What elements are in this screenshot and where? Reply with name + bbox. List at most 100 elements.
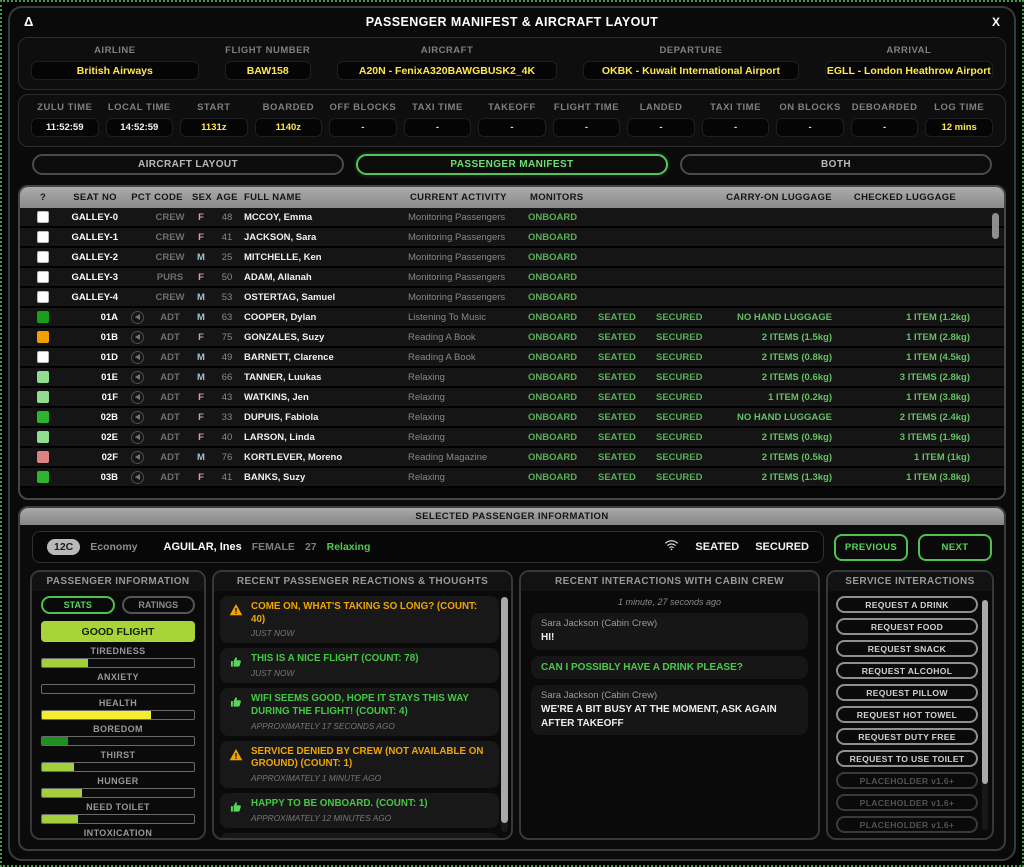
request-food-button[interactable]: REQUEST FOOD — [836, 618, 978, 635]
table-row[interactable]: GALLEY-1CREWF41JACKSON, SaraMonitoring P… — [20, 228, 1004, 248]
monitor-status: SEATED — [598, 452, 656, 463]
table-row[interactable]: 03BADTF41BANKS, SuzyRelaxingONBOARDSEATE… — [20, 468, 1004, 488]
audio-icon[interactable] — [131, 411, 144, 424]
table-row[interactable]: 02EADTF40LARSON, LindaRelaxingONBOARDSEA… — [20, 428, 1004, 448]
stat-label: HEALTH — [41, 698, 195, 708]
current-activity: Monitoring Passengers — [408, 272, 528, 283]
seat-number: 01D — [66, 352, 124, 363]
services-scrollbar[interactable] — [982, 600, 988, 830]
wifi-icon — [664, 538, 679, 556]
status-marker-icon — [37, 211, 49, 223]
audio-icon[interactable] — [131, 471, 144, 484]
current-activity: Monitoring Passengers — [408, 292, 528, 303]
pct-code: ADT — [150, 312, 190, 323]
table-row[interactable]: 01DADTM49BARNETT, ClarenceReading A Book… — [20, 348, 1004, 368]
status-marker-icon — [37, 451, 49, 463]
row-status-marker — [20, 211, 66, 223]
table-row[interactable]: 01AADTM63COOPER, DylanListening To Music… — [20, 308, 1004, 328]
tab-passenger-manifest[interactable]: PASSENGER MANIFEST — [356, 154, 668, 175]
audio-icon[interactable] — [131, 391, 144, 404]
time-label: START — [197, 102, 230, 113]
table-row[interactable]: 01EADTM66TANNER, LuukasRelaxingONBOARDSE… — [20, 368, 1004, 388]
manifest-header-row: ?SEAT NOPCT CODESEXAGEFULL NAMECURRENT A… — [20, 187, 1004, 208]
audio-icon[interactable] — [131, 311, 144, 324]
next-passenger-button[interactable]: NEXT — [918, 534, 992, 561]
table-row[interactable]: GALLEY-3PURSF50ADAM, AllanahMonitoring P… — [20, 268, 1004, 288]
row-status-marker — [20, 251, 66, 263]
screen: Δ PASSENGER MANIFEST & AIRCRAFT LAYOUT X… — [0, 0, 1024, 867]
status-marker-icon — [37, 391, 49, 403]
monitor-status: SEATED — [598, 332, 656, 343]
request-snack-button[interactable]: REQUEST SNACK — [836, 640, 978, 657]
checked-luggage: 1 ITEM (3.8kg) — [838, 472, 1004, 483]
table-row[interactable]: GALLEY-2CREWM25MITCHELLE, KenMonitoring … — [20, 248, 1004, 268]
request-alcohol-button[interactable]: REQUEST ALCOHOL — [836, 662, 978, 679]
sex: F — [190, 272, 212, 283]
app-menu-icon[interactable]: Δ — [24, 14, 64, 29]
full-name: OSTERTAG, Samuel — [242, 292, 408, 303]
audio-icon[interactable] — [131, 431, 144, 444]
row-status-marker — [20, 471, 66, 483]
table-row[interactable]: GALLEY-4CREWM53OSTERTAG, SamuelMonitorin… — [20, 288, 1004, 308]
table-row[interactable]: 01FADTF43WATKINS, JenRelaxingONBOARDSEAT… — [20, 388, 1004, 408]
age: 75 — [212, 332, 242, 343]
time-value: - — [329, 118, 397, 137]
stat-tiredness: TIREDNESS — [41, 646, 195, 668]
monitor-status: ONBOARD — [528, 272, 598, 283]
time-field: ON BLOCKS- — [776, 102, 844, 137]
table-row[interactable]: 02FADTM76KORTLEVER, MorenoReading Magazi… — [20, 448, 1004, 468]
table-row[interactable]: 02BADTF33DUPUIS, FabiolaRelaxingONBOARDS… — [20, 408, 1004, 428]
full-name: MCCOY, Emma — [242, 212, 408, 223]
stat-bar-fill — [42, 711, 151, 719]
pct-code: ADT — [150, 372, 190, 383]
chat-message-crew: Sara Jackson (Cabin Crew)HI! — [531, 613, 808, 650]
carry-on-luggage: 2 ITEMS (0.6kg) — [720, 372, 838, 383]
stats-list: TIREDNESSANXIETYHEALTHBOREDOMTHIRSTHUNGE… — [41, 646, 195, 838]
stat-label: HUNGER — [41, 776, 195, 786]
table-row[interactable]: GALLEY-0CREWF48MCCOY, EmmaMonitoring Pas… — [20, 208, 1004, 228]
stat-anxiety: ANXIETY — [41, 672, 195, 694]
manifest-scrollbar-thumb[interactable] — [992, 213, 999, 239]
stat-need-toilet: NEED TOILET — [41, 802, 195, 824]
pct-code: ADT — [150, 412, 190, 423]
tab-aircraft-layout[interactable]: AIRCRAFT LAYOUT — [32, 154, 344, 175]
seat-number: 01F — [66, 392, 124, 403]
seat-number: GALLEY-1 — [66, 232, 124, 243]
monitor-status: SECURED — [656, 432, 720, 443]
sex: M — [190, 252, 212, 263]
request-a-drink-button[interactable]: REQUEST A DRINK — [836, 596, 978, 613]
monitor-status: ONBOARD — [528, 392, 598, 403]
seat-number: GALLEY-4 — [66, 292, 124, 303]
audio-icon[interactable] — [131, 451, 144, 464]
reaction-item: WONDER WHAT THE WIFI IS LIKE? (COUNT: 1)… — [220, 833, 499, 838]
status-marker-icon — [37, 311, 49, 323]
status-marker-icon — [37, 251, 49, 263]
tab-both[interactable]: BOTH — [680, 154, 992, 175]
seat-number: 01A — [66, 312, 124, 323]
pct-code: PURS — [150, 272, 190, 283]
reactions-scrollbar[interactable] — [501, 597, 508, 832]
age: 25 — [212, 252, 242, 263]
carry-on-luggage: NO HAND LUGGAGE — [720, 412, 838, 423]
flight-info-row: AIRLINEBritish AirwaysFLIGHT NUMBERBAW15… — [31, 45, 993, 80]
stat-bar — [41, 736, 195, 746]
request-pillow-button[interactable]: REQUEST PILLOW — [836, 684, 978, 701]
close-icon[interactable]: X — [960, 15, 1000, 29]
table-row[interactable]: 01BADTF75GONZALES, SuzyReading A BookONB… — [20, 328, 1004, 348]
monitor-status: SECURED — [656, 472, 720, 483]
tab-stats[interactable]: STATS — [41, 596, 115, 614]
request-to-use-toilet-button[interactable]: REQUEST TO USE TOILET — [836, 750, 978, 767]
tab-ratings[interactable]: RATINGS — [122, 596, 196, 614]
request-duty-free-button[interactable]: REQUEST DUTY FREE — [836, 728, 978, 745]
audio-icon[interactable] — [131, 371, 144, 384]
time-label: OFF BLOCKS — [330, 102, 397, 113]
reaction-item: HAPPY TO BE ONBOARD. (COUNT: 1)APPROXIMA… — [220, 793, 499, 828]
sex: F — [190, 212, 212, 223]
reaction-time: APPROXIMATELY 12 MINUTES AGO — [251, 813, 491, 823]
previous-passenger-button[interactable]: PREVIOUS — [834, 534, 908, 561]
request-hot-towel-button[interactable]: REQUEST HOT TOWEL — [836, 706, 978, 723]
selected-passenger-section: SELECTED PASSENGER INFORMATION 12C Econo… — [18, 506, 1006, 851]
column-header: MONITORS — [528, 192, 720, 203]
audio-icon[interactable] — [131, 351, 144, 364]
audio-icon[interactable] — [131, 331, 144, 344]
